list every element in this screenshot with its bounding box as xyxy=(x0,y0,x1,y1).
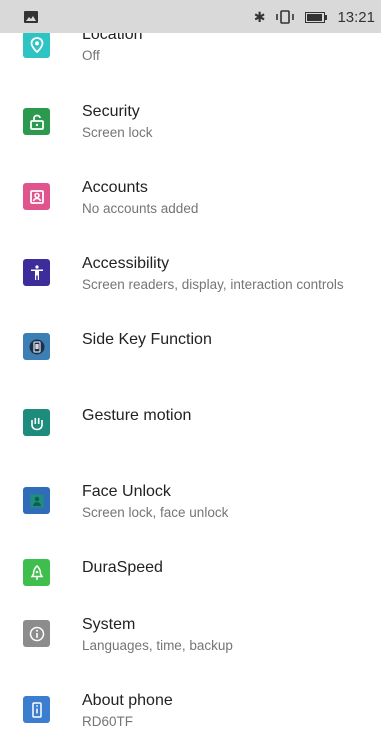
setting-subtitle: Off xyxy=(82,48,100,63)
setting-side-key-function[interactable]: Side Key Function xyxy=(0,331,381,391)
setting-title: Security xyxy=(82,103,140,120)
setting-system[interactable]: System Languages, time, backup xyxy=(0,616,381,676)
account-icon xyxy=(23,183,50,210)
lock-icon xyxy=(23,108,50,135)
side-key-icon xyxy=(23,333,50,360)
setting-title: Side Key Function xyxy=(82,331,212,348)
setting-subtitle: Languages, time, backup xyxy=(82,638,233,653)
setting-title: DuraSpeed xyxy=(82,559,163,576)
gesture-icon xyxy=(23,409,50,436)
setting-title: Gesture motion xyxy=(82,407,192,424)
setting-face-unlock[interactable]: Face Unlock Screen lock, face unlock xyxy=(0,483,381,543)
setting-accessibility[interactable]: Accessibility Screen readers, display, i… xyxy=(0,255,381,315)
setting-subtitle: No accounts added xyxy=(82,201,199,216)
vibrate-icon xyxy=(276,10,295,24)
status-time: 13:21 xyxy=(337,8,375,26)
setting-title: Accounts xyxy=(82,179,148,196)
phone-icon xyxy=(23,696,50,723)
setting-accounts[interactable]: Accounts No accounts added xyxy=(0,179,381,239)
bluetooth-icon: ✱ xyxy=(253,8,266,25)
setting-title: Face Unlock xyxy=(82,483,171,500)
setting-subtitle: Screen lock xyxy=(82,125,153,140)
duraspeed-icon xyxy=(23,559,50,586)
setting-about-phone[interactable]: About phone RD60TF xyxy=(0,692,381,752)
accessibility-icon xyxy=(23,259,50,286)
location-icon xyxy=(23,31,50,58)
image-notification-icon xyxy=(24,11,38,23)
setting-gesture-motion[interactable]: Gesture motion xyxy=(0,407,381,467)
setting-title: Accessibility xyxy=(82,255,170,272)
battery-icon xyxy=(305,11,328,23)
info-icon xyxy=(23,620,50,647)
setting-duraspeed[interactable]: DuraSpeed xyxy=(0,559,381,619)
status-bar: ✱ 13:21 xyxy=(0,0,381,33)
setting-location[interactable]: Location Off xyxy=(0,24,381,84)
setting-subtitle: Screen readers, display, interaction con… xyxy=(82,277,344,292)
setting-subtitle: Screen lock, face unlock xyxy=(82,505,229,520)
setting-subtitle: RD60TF xyxy=(82,714,134,729)
face-unlock-icon xyxy=(23,487,50,514)
setting-title: System xyxy=(82,616,136,633)
setting-security[interactable]: Security Screen lock xyxy=(0,103,381,163)
setting-title: About phone xyxy=(82,692,173,709)
